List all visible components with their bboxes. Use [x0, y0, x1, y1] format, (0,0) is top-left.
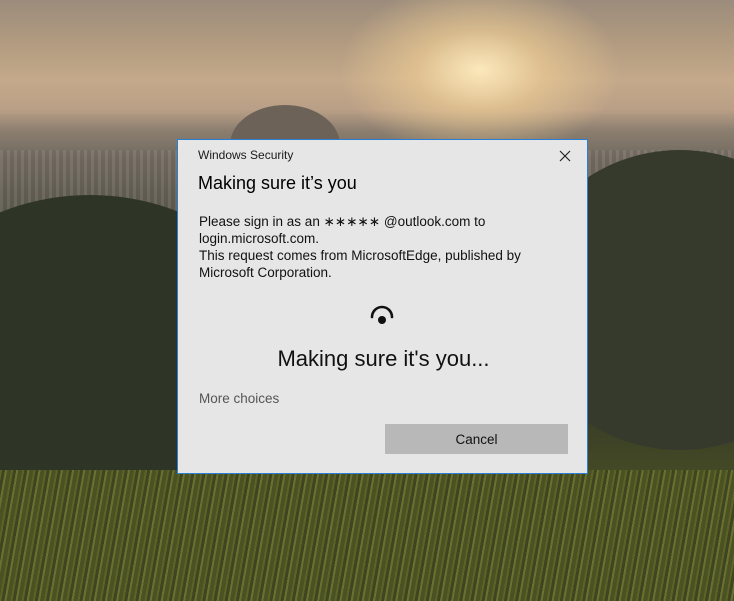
close-button[interactable]: [551, 144, 579, 168]
sign-in-text: Please sign in as an ∗∗∗∗∗ @outlook.com …: [199, 214, 486, 246]
foreground-grass: [0, 470, 734, 601]
more-choices-link[interactable]: More choices: [199, 391, 279, 406]
spinner-icon: [370, 305, 394, 324]
dialog-heading: Making sure it’s you: [198, 173, 357, 193]
close-icon: [559, 150, 571, 162]
request-source-text: This request comes from MicrosoftEdge, p…: [199, 248, 521, 280]
cancel-button[interactable]: Cancel: [385, 424, 568, 454]
windows-security-dialog: Windows Security Making sure it’s you Pl…: [177, 139, 588, 474]
dialog-caption: Windows Security: [198, 148, 294, 162]
status-text: Making sure it's you...: [277, 346, 490, 371]
desktop-background: Windows Security Making sure it’s you Pl…: [0, 0, 734, 601]
